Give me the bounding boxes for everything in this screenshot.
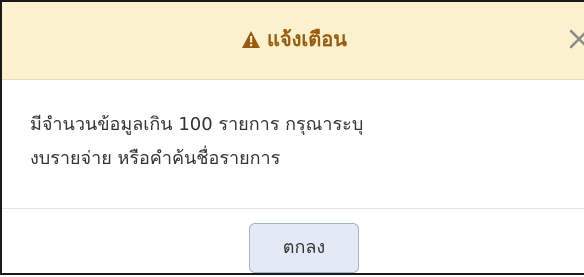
dialog-title: แจ้งเตือน — [2, 24, 584, 57]
ok-button[interactable]: ตกลง — [249, 223, 359, 273]
dialog-footer: ตกลง — [2, 208, 584, 277]
dialog-message: มีจำนวนข้อมูลเกิน 100 รายการ กรุณาระบุ ง… — [30, 108, 570, 176]
warning-triangle-icon — [241, 27, 261, 57]
message-line-2: งบรายจ่าย หรือคำค้นชื่อรายการ — [30, 148, 281, 169]
dialog-header: แจ้งเตือน — [2, 2, 584, 80]
close-button[interactable] — [568, 22, 584, 52]
alert-dialog: แจ้งเตือน มีจำนวนข้อมูลเกิน 100 รายการ ก… — [0, 0, 584, 275]
dialog-title-text: แจ้งเตือน — [267, 27, 347, 51]
close-x-icon — [569, 29, 584, 49]
message-line-1: มีจำนวนข้อมูลเกิน 100 รายการ กรุณาระบุ — [30, 114, 364, 135]
